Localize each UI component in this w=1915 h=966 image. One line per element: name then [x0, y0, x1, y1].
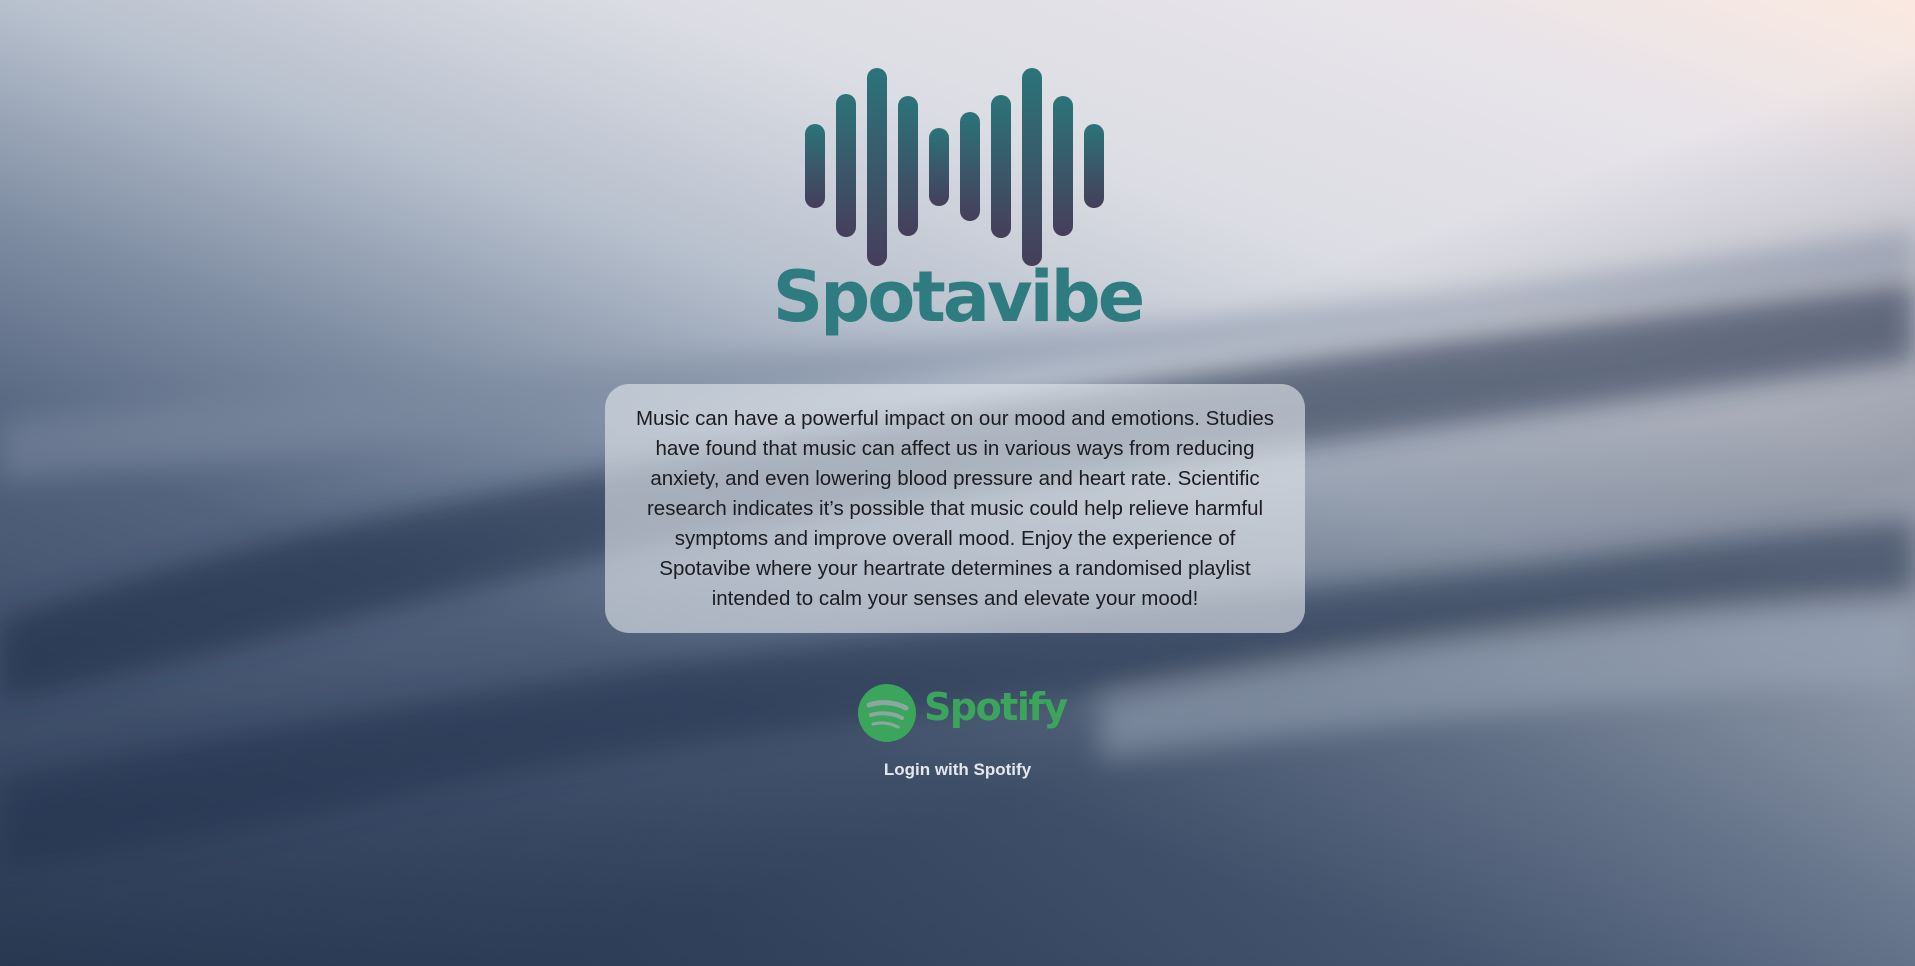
sound-wave-logo-icon: [805, 68, 1104, 266]
intro-card: Music can have a powerful impact on our …: [605, 384, 1305, 633]
landing-content: Spotavibe Music can have a powerful impa…: [0, 0, 1915, 966]
login-with-spotify-button[interactable]: Login with Spotify: [855, 760, 1060, 780]
spotify-wordmark: Spotify: [924, 685, 1068, 729]
spotify-logo-link[interactable]: Spotify: [855, 682, 1068, 746]
intro-text: Music can have a powerful impact on our …: [635, 406, 1275, 610]
brand-name: Spotavibe: [772, 256, 1146, 338]
spotify-logo-icon: [858, 684, 916, 742]
